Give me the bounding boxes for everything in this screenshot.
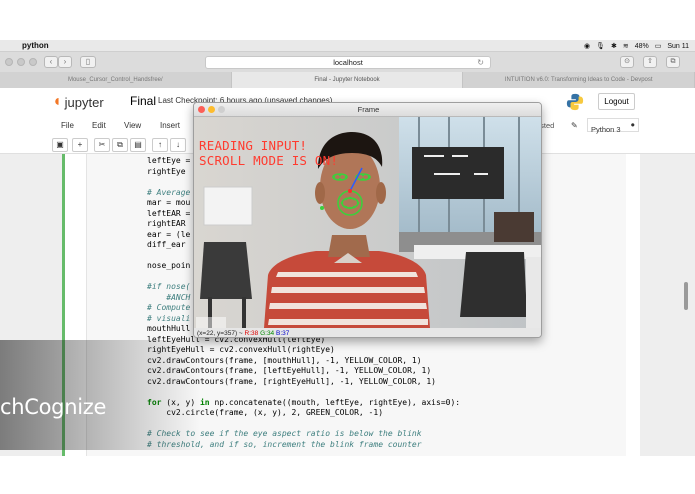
tabs-overview-icon[interactable]: ⧉: [666, 56, 680, 68]
frame-window[interactable]: Frame READING INPUT! SCROLL MODE IS ON! …: [193, 102, 542, 338]
status-red: R:38: [244, 330, 259, 337]
menu-insert[interactable]: Insert: [160, 121, 180, 130]
code-line: cv2.drawContours(frame, [mouthHull], -1,…: [147, 355, 422, 365]
code-line: rightEyeHull = cv2.convexHull(rightEye): [147, 345, 335, 354]
kernel-name: Python 3: [591, 125, 621, 134]
status-area: ◉ 🎙 ✱ ≋ 48% ▭ Sun 11: [584, 40, 689, 52]
code-line: # Check to see if the eye aspect ratio i…: [147, 429, 422, 438]
app-name[interactable]: python: [22, 41, 49, 50]
screen: python ◉ 🎙 ✱ ≋ 48% ▭ Sun 11 ‹ › ▯ localh…: [0, 0, 695, 494]
watermark-text: chCognize: [0, 395, 107, 419]
cut-icon[interactable]: ✂: [94, 138, 110, 152]
menu-view[interactable]: View: [124, 121, 141, 130]
jupyter-logo[interactable]: ◖ jupyter: [52, 93, 104, 111]
status-green: G:34: [260, 330, 275, 337]
paste-icon[interactable]: ▤: [130, 138, 146, 152]
url-text: localhost: [333, 58, 363, 67]
battery-icon[interactable]: ▭: [655, 42, 662, 50]
move-down-icon[interactable]: ↓: [170, 138, 186, 152]
frame-titlebar[interactable]: Frame: [194, 103, 541, 117]
battery-text: 48%: [634, 42, 649, 50]
close-window-button[interactable]: [5, 58, 13, 66]
jupyter-logo-icon: ◖: [52, 93, 62, 110]
frame-close-button[interactable]: [198, 106, 205, 113]
menu-file[interactable]: File: [61, 121, 74, 130]
frame-zoom-button[interactable]: [218, 106, 225, 113]
clock[interactable]: Sun 11: [667, 43, 689, 50]
code-line: cv2.drawContours(frame, [rightEyeHull], …: [147, 376, 436, 386]
forward-icon[interactable]: ›: [58, 56, 72, 68]
tab-final-notebook[interactable]: Final - Jupyter Notebook: [231, 72, 464, 88]
sidebar-icon[interactable]: ▯: [80, 56, 96, 68]
copy-icon[interactable]: ⧉: [112, 138, 128, 152]
share-icon[interactable]: ⇧: [643, 56, 657, 68]
kernel-indicator[interactable]: Python 3 ●: [587, 118, 639, 134]
tab-strip: Mouse_Cursor_Control_Handsfree/ Final - …: [0, 72, 695, 88]
back-icon[interactable]: ‹: [44, 56, 58, 68]
edit-pencil-icon[interactable]: ✎: [571, 121, 578, 130]
reload-icon[interactable]: ↻: [477, 57, 484, 69]
bluetooth-icon[interactable]: ✱: [611, 42, 617, 50]
tab-mouse-cursor[interactable]: Mouse_Cursor_Control_Handsfree/: [0, 72, 232, 88]
record-icon[interactable]: ◉: [584, 42, 590, 50]
move-up-icon[interactable]: ↑: [152, 138, 168, 152]
code-line: cv2.circle(frame, (x, y), 2, GREEN_COLOR…: [147, 408, 384, 417]
url-bar[interactable]: localhost ↻: [205, 56, 491, 69]
frame-minimize-button[interactable]: [208, 106, 215, 113]
logout-button[interactable]: Logout: [598, 93, 635, 110]
save-icon[interactable]: ▣: [52, 138, 68, 152]
insert-cell-icon[interactable]: +: [72, 138, 88, 152]
overlay-scroll-mode: SCROLL MODE IS ON!: [199, 153, 339, 168]
minimize-window-button[interactable]: [17, 58, 25, 66]
code-line: cv2.drawContours(frame, [leftEyeHull], -…: [147, 366, 432, 375]
menu-edit[interactable]: Edit: [92, 121, 106, 130]
zoom-window-button[interactable]: [29, 58, 37, 66]
jupyter-logo-text: jupyter: [64, 94, 104, 110]
frame-statusbar: (x=22, y=357) ~ R:38 G:34 B:37: [194, 328, 541, 337]
python-logo-icon: [566, 93, 584, 111]
notebook-title[interactable]: Final: [130, 94, 156, 108]
mic-icon[interactable]: 🎙: [596, 42, 605, 50]
code-line: for (x, y) in np.concatenate((mouth, lef…: [147, 397, 461, 407]
browser-chrome: ‹ › ▯ localhost ↻ ⊙ ⇧ ⧉ Mouse_Cursor_Con…: [0, 52, 695, 88]
page-scrollbar[interactable]: [684, 282, 688, 310]
kernel-status-icon: ●: [630, 120, 635, 129]
browser-toolbar: ‹ › ▯ localhost ↻ ⊙ ⇧ ⧉: [0, 52, 695, 72]
code-line: # threshold, and if so, increment the bl…: [147, 439, 422, 449]
download-icon[interactable]: ⊙: [620, 56, 634, 68]
status-coords: (x=22, y=357) ~: [197, 330, 243, 337]
overlay-reading-input: READING INPUT!: [199, 138, 308, 153]
menubar: python ◉ 🎙 ✱ ≋ 48% ▭ Sun 11: [0, 40, 695, 52]
tab-devpost[interactable]: INTUITION v6.0: Transforming Ideas to Co…: [463, 72, 695, 88]
status-blue: B:37: [275, 330, 290, 337]
wifi-icon[interactable]: ≋: [623, 42, 629, 50]
frame-title: Frame: [357, 105, 380, 114]
